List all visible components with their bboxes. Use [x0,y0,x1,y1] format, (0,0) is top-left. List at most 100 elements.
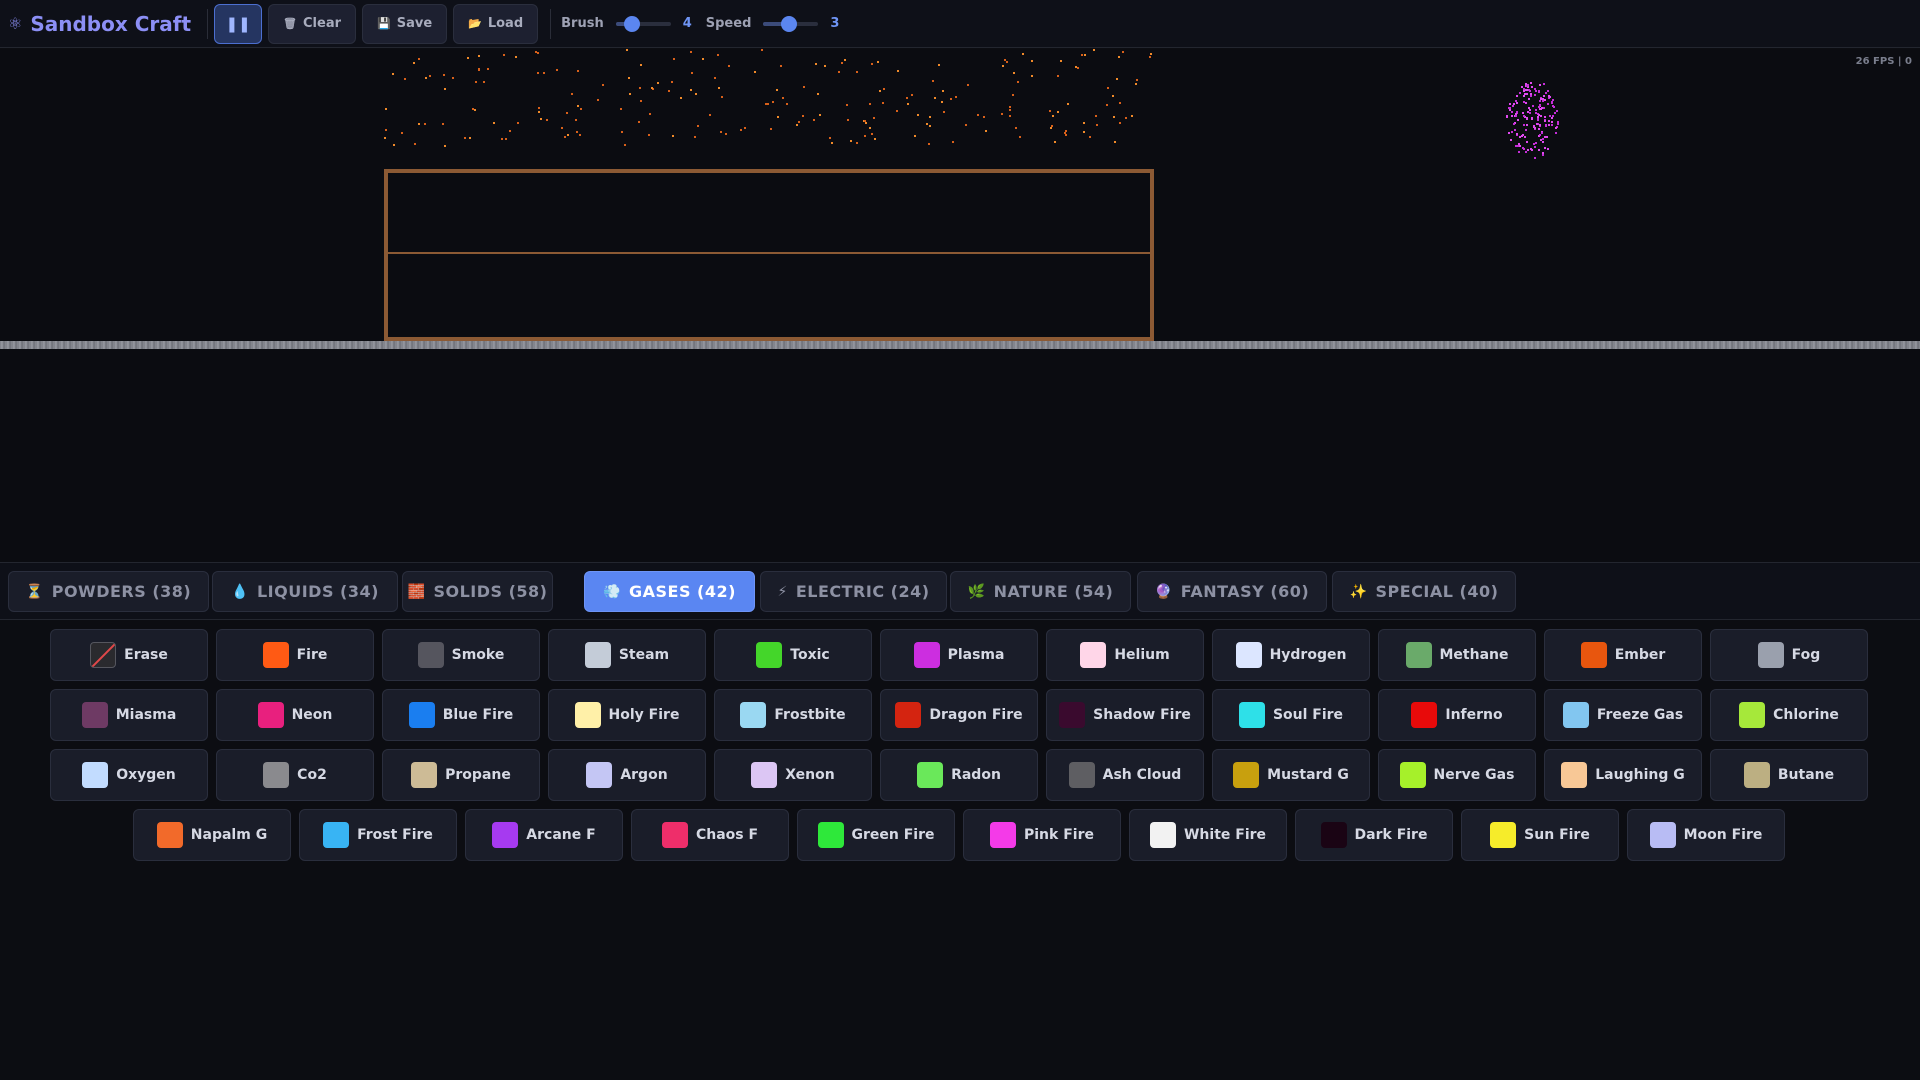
ember-particle [670,81,673,84]
element-xenon-button[interactable]: Xenon [714,749,872,801]
speed-value: 3 [830,16,840,31]
ember-particle [828,136,831,139]
plasma-particle [1547,148,1550,151]
save-button[interactable]: 💾 Save [362,3,448,44]
load-button[interactable]: 📂 Load [453,3,539,44]
element-arcane-f-button[interactable]: Arcane F [465,809,623,861]
ember-particle [534,51,537,54]
ember-particle [619,108,622,110]
element-dragon-fire-button[interactable]: Dragon Fire [880,689,1038,741]
element-radon-button[interactable]: Radon [880,749,1038,801]
ember-particle [392,72,395,75]
element-co2-button[interactable]: Co2 [216,749,374,801]
element-napalm-g-button[interactable]: Napalm G [133,809,291,861]
pause-button[interactable]: ❚❚ [214,3,263,44]
ember-particle [929,124,932,127]
element-hydrogen-button[interactable]: Hydrogen [1212,629,1370,681]
tab-fantasy[interactable]: 🔮 FANTASY (60) [1137,571,1327,612]
element-chaos-f-button[interactable]: Chaos F [631,809,789,861]
folder-icon: 📂 [468,17,482,30]
tab-gases[interactable]: 💨 GASES (42) [584,571,755,612]
clear-button[interactable]: 🗑 Clear [268,3,356,44]
plasma-particle [1549,96,1552,99]
element-oxygen-button[interactable]: Oxygen [50,749,208,801]
element-laughing-g-button[interactable]: Laughing G [1544,749,1702,801]
tab-electric[interactable]: ⚡ ELECTRIC (24) [760,571,947,612]
element-erase-button[interactable]: Erase [50,629,208,681]
element-neon-button[interactable]: Neon [216,689,374,741]
element-chlorine-button[interactable]: Chlorine [1710,689,1868,741]
element-freeze-gas-button[interactable]: Freeze Gas [1544,689,1702,741]
brush-slider[interactable] [615,15,671,32]
element-label: Chaos F [695,827,759,843]
ember-particle [384,137,387,140]
ember-particle [567,133,570,136]
brush-value: 4 [682,16,692,31]
element-propane-button[interactable]: Propane [382,749,540,801]
element-miasma-button[interactable]: Miasma [50,689,208,741]
plasma-particle [1528,109,1531,112]
element-nerve-gas-button[interactable]: Nerve Gas [1378,749,1536,801]
element-plasma-button[interactable]: Plasma [880,629,1038,681]
ember-particle [503,54,506,57]
container-divider [388,252,1150,254]
plasma-particle [1515,115,1518,118]
element-butane-button[interactable]: Butane [1710,749,1868,801]
ember-particle [429,75,432,78]
element-mustard-g-button[interactable]: Mustard G [1212,749,1370,801]
ember-particle [401,131,404,134]
ember-particle [501,137,504,140]
tab-icon: 🧱 [407,583,426,600]
plasma-particle [1513,122,1516,125]
element-fog-button[interactable]: Fog [1710,629,1868,681]
element-fire-button[interactable]: Fire [216,629,374,681]
plasma-particle [1530,92,1533,95]
simulation-canvas[interactable]: 26 FPS | 0 [0,49,1920,562]
element-inferno-button[interactable]: Inferno [1378,689,1536,741]
ember-particle [689,88,692,91]
element-color-swatch [408,702,435,728]
tab-special[interactable]: ✨ SPECIAL (40) [1332,571,1516,612]
tab-solids[interactable]: 🧱 SOLIDS (58) [402,571,553,612]
speed-slider-handle[interactable] [781,15,798,32]
brush-slider-handle[interactable] [623,15,640,32]
element-green-fire-button[interactable]: Green Fire [797,809,955,861]
element-ember-button[interactable]: Ember [1544,629,1702,681]
ember-particle [1075,65,1078,68]
element-dark-fire-button[interactable]: Dark Fire [1295,809,1453,861]
element-smoke-button[interactable]: Smoke [382,629,540,681]
ember-particle [537,107,540,110]
speed-slider[interactable] [763,15,819,32]
element-frost-fire-button[interactable]: Frost Fire [299,809,457,861]
element-shadow-fire-button[interactable]: Shadow Fire [1046,689,1204,741]
tab-liquids[interactable]: 💧 LIQUIDS (34) [212,571,398,612]
element-helium-button[interactable]: Helium [1046,629,1204,681]
element-white-fire-button[interactable]: White Fire [1129,809,1287,861]
ember-particle [626,49,629,52]
ember-particle [1002,65,1005,68]
element-frostbite-button[interactable]: Frostbite [714,689,872,741]
ember-particle [624,143,627,146]
element-toxic-button[interactable]: Toxic [714,629,872,681]
tab-powders[interactable]: ⏳ POWDERS (38) [8,571,209,612]
element-steam-button[interactable]: Steam [548,629,706,681]
element-ash-cloud-button[interactable]: Ash Cloud [1046,749,1204,801]
element-label: Frost Fire [357,827,433,843]
ember-particle [927,143,930,146]
element-holy-fire-button[interactable]: Holy Fire [548,689,706,741]
element-blue-fire-button[interactable]: Blue Fire [382,689,540,741]
element-soul-fire-button[interactable]: Soul Fire [1212,689,1370,741]
ember-particle [913,134,916,137]
element-sun-fire-button[interactable]: Sun Fire [1461,809,1619,861]
element-moon-fire-button[interactable]: Moon Fire [1627,809,1785,861]
tab-nature[interactable]: 🌿 NATURE (54) [950,571,1131,612]
ember-particle [817,93,820,96]
element-pink-fire-button[interactable]: Pink Fire [963,809,1121,861]
ember-particle [671,134,674,137]
ember-particle [647,133,650,136]
plasma-particle [1538,105,1541,108]
plasma-particle [1508,102,1511,105]
element-methane-button[interactable]: Methane [1378,629,1536,681]
ember-particle [870,132,873,135]
element-argon-button[interactable]: Argon [548,749,706,801]
